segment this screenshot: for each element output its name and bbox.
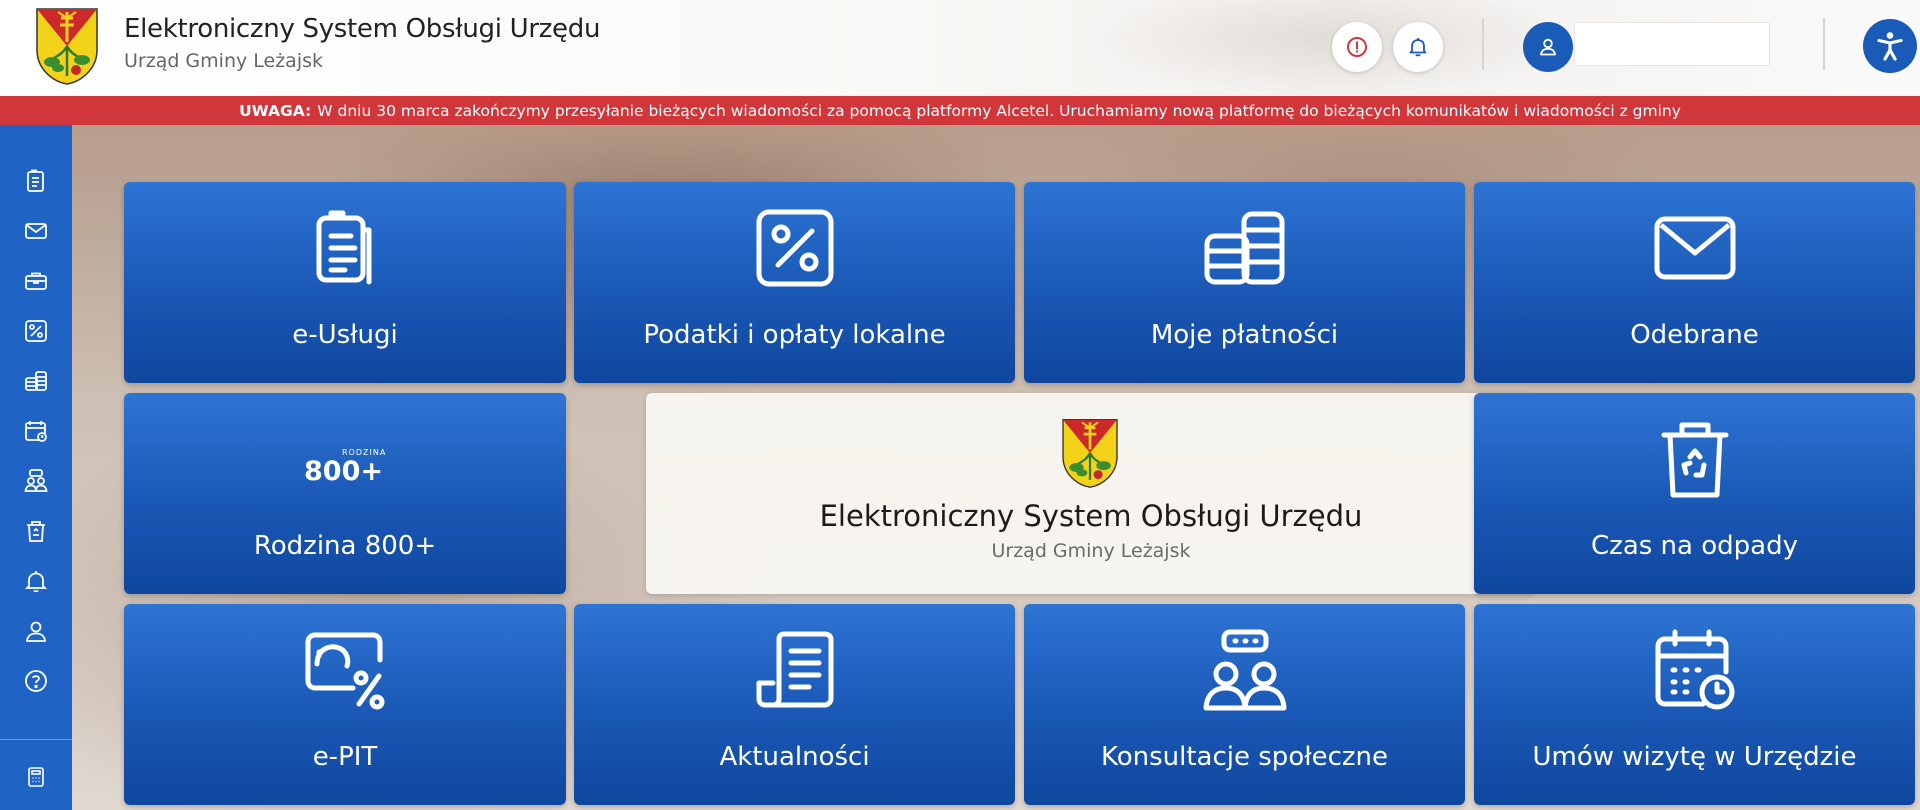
tile-label: Odebrane xyxy=(1630,320,1759,350)
header-divider xyxy=(1823,18,1825,70)
announcement-bar: UWAGA: W dniu 30 marca zakończymy przesy… xyxy=(0,96,1920,125)
tile-konsultacje[interactable]: Konsultacje społeczne xyxy=(1024,604,1465,805)
tile-aktualnosci[interactable]: Aktualności xyxy=(574,604,1015,805)
percent-icon xyxy=(756,209,833,287)
percent-icon xyxy=(25,320,47,342)
header-background xyxy=(1080,0,1580,96)
tile-label: Moje płatności xyxy=(1150,320,1339,350)
app-header: Elektroniczny System Obsługi Urzędu Urzą… xyxy=(0,0,1920,96)
coat-of-arms-logo[interactable] xyxy=(34,6,100,86)
sidebar-item-kalkulator[interactable] xyxy=(16,757,56,797)
sidebar-item-powiadomienia[interactable] xyxy=(16,561,56,601)
sidebar-item-wizyta[interactable] xyxy=(16,411,56,451)
sidebar-item-sprawy[interactable] xyxy=(16,261,56,301)
coins-icon xyxy=(25,371,47,391)
tile-umow-wizyte[interactable]: Umów wizytę w Urzędzie xyxy=(1474,604,1915,805)
tile-label: e-PIT xyxy=(312,742,378,772)
tile-label: Konsultacje społeczne xyxy=(1100,742,1389,772)
sidebar-item-podatki[interactable] xyxy=(16,311,56,351)
calendar-icon xyxy=(1655,629,1734,710)
welcome-title: Elektroniczny System Obsługi Urzędu xyxy=(819,499,1363,533)
announcement-text: W dniu 30 marca zakończymy przesyłanie b… xyxy=(317,101,1681,120)
tile-e-uslugi[interactable]: e-Usługi xyxy=(124,182,566,383)
accessibility-button[interactable] xyxy=(1863,19,1917,73)
app-subtitle: Urząd Gminy Leżajsk xyxy=(124,50,324,72)
consultation-icon xyxy=(1203,629,1286,711)
tile-odebrane[interactable]: Odebrane xyxy=(1474,182,1915,383)
sidebar-divider xyxy=(0,739,72,740)
sidebar-item-e-uslugi[interactable] xyxy=(16,161,56,201)
mail-icon xyxy=(25,223,47,239)
notifications-button[interactable] xyxy=(1393,22,1443,72)
trash-icon xyxy=(1661,422,1728,498)
consultation-icon xyxy=(24,469,48,492)
mail-icon xyxy=(1654,216,1735,280)
bell-icon xyxy=(24,571,48,593)
tile-label: e-Usługi xyxy=(292,320,398,350)
alert-circle-icon xyxy=(1347,37,1367,57)
news-icon xyxy=(756,631,833,708)
document-icon xyxy=(316,210,372,285)
background-photo xyxy=(72,125,1920,185)
user-icon xyxy=(26,621,46,642)
tile-label: Rodzina 800+ xyxy=(253,531,437,561)
welcome-subtitle: Urząd Gminy Leżajsk xyxy=(991,540,1191,562)
app-title: Elektroniczny System Obsługi Urzędu xyxy=(124,14,601,44)
document-icon xyxy=(27,169,44,192)
user-icon xyxy=(1540,38,1556,56)
tile-label: Aktualności xyxy=(719,742,870,772)
briefcase-icon xyxy=(25,272,47,290)
rodzina-logo-number: 800+ xyxy=(304,456,383,484)
sidebar-item-odebrane[interactable] xyxy=(16,211,56,251)
header-divider xyxy=(1482,18,1484,70)
user-account-button[interactable] xyxy=(1523,22,1573,72)
tile-moje-platnosci[interactable]: Moje płatności xyxy=(1024,182,1465,383)
tile-e-pit[interactable]: e-PIT xyxy=(124,604,566,805)
announcement-label: UWAGA: xyxy=(239,101,312,120)
help-icon xyxy=(25,670,47,692)
sidebar-item-pomoc[interactable] xyxy=(16,661,56,701)
user-name-field[interactable] xyxy=(1574,22,1770,66)
tax-document-icon xyxy=(305,632,385,710)
coat-of-arms-logo xyxy=(1062,419,1118,488)
calculator-icon xyxy=(28,767,44,787)
tile-label: Umów wizytę w Urzędzie xyxy=(1532,742,1857,772)
welcome-panel: Elektroniczny System Obsługi Urzędu Urzą… xyxy=(646,393,1536,594)
sidebar-item-platnosci[interactable] xyxy=(16,361,56,401)
tile-podatki[interactable]: Podatki i opłaty lokalne xyxy=(574,182,1015,383)
coins-icon xyxy=(1204,211,1284,285)
rodzina-800-logo: RODZINA 800+ xyxy=(124,435,566,495)
sidebar xyxy=(0,125,72,810)
sidebar-item-odpady[interactable] xyxy=(16,511,56,551)
rodzina-800-icon: RODZINA 800+ xyxy=(304,448,385,484)
accessibility-icon xyxy=(1877,32,1903,61)
calendar-icon xyxy=(25,421,47,442)
tile-czas-na-odpady[interactable]: Czas na odpady xyxy=(1474,393,1915,594)
trash-icon xyxy=(27,521,45,542)
tile-rodzina-800[interactable]: RODZINA 800+ Rodzina 800+ xyxy=(124,393,566,594)
main-content: e-Usługi Podatki i opłaty lokalne Moje p… xyxy=(72,125,1920,810)
alerts-button[interactable] xyxy=(1332,22,1382,72)
sidebar-item-konsultacje[interactable] xyxy=(16,461,56,501)
bell-icon xyxy=(1409,38,1427,57)
sidebar-item-profil[interactable] xyxy=(16,611,56,651)
tile-label: Czas na odpady xyxy=(1591,531,1798,561)
tile-label: Podatki i opłaty lokalne xyxy=(643,320,946,350)
